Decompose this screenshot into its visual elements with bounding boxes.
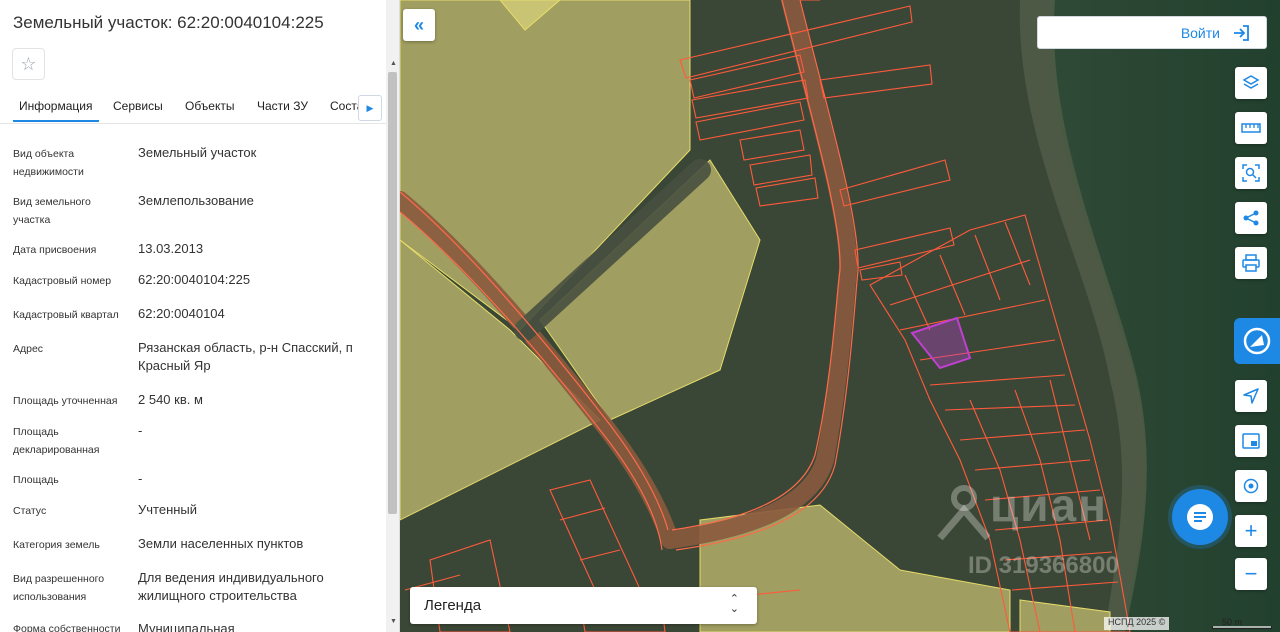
nspd-logo-button[interactable] [1234,318,1280,364]
attr-value: 62:20:0040104 [138,306,225,321]
watermark-brand: циан [990,479,1108,531]
layers-button[interactable] [1235,67,1267,99]
ruler-button[interactable] [1235,112,1267,144]
attr-value: 2 540 кв. м [138,392,203,407]
attr-value: Земли населенных пунктов [138,536,304,551]
attr-label: Кадастровый квартал [13,309,119,321]
print-icon [1242,254,1260,272]
attr-label: Вид объекта недвижимости [13,148,84,178]
attr-value: Учтенный [138,502,198,517]
chat-icon [1187,504,1213,530]
favorite-button[interactable]: ☆ [12,48,45,80]
tab-information[interactable]: Информация [13,99,100,122]
double-chevron-left-icon: « [413,14,424,35]
scroll-up-icon[interactable]: ▲ [390,60,397,67]
nspd-logo-icon [1243,327,1271,355]
tab-services[interactable]: Сервисы [113,99,163,113]
minimap-button[interactable] [1235,425,1267,457]
cian-logo-icon [937,485,990,541]
tab-parts[interactable]: Части ЗУ [257,99,308,113]
attr-value: Рязанская область, р-н Спасский, п Красн… [138,340,353,373]
page-title: Земельный участок: 62:20:0040104:225 [13,13,324,32]
zoom-in-button[interactable]: + [1235,515,1267,547]
geolocation-button[interactable] [1235,470,1267,502]
attr-value: Для ведения индивидуального жилищного ст… [138,570,324,603]
attr-value: Земельный участок [138,145,257,160]
attr-value: Муниципальная [138,621,235,632]
attr-value: Землепользование [138,193,254,208]
chevron-right-icon: ▶ [366,102,374,113]
watermark-id: ID 319366800 [968,552,1119,579]
login-button[interactable]: Войти [1181,25,1220,41]
layers-icon [1242,75,1260,89]
chevron-updown-icon: ⌃ ⌄ [729,593,739,615]
geolocation-icon [1243,478,1259,494]
attr-label: Площадь уточненная [13,395,118,407]
attr-label: Вид разрешенного использования [13,573,105,603]
collapse-panel-button[interactable]: « [403,9,435,41]
tabs-next-button[interactable]: ▶ [358,95,382,121]
cadastral-map[interactable]: циан ID 319366800 [400,0,1280,632]
login-icon[interactable] [1232,24,1250,42]
select-area-icon [1242,164,1260,182]
attr-label: Вид земельного участка [13,196,91,226]
map-canvas [400,0,1280,632]
attr-label: Дата присвоения [13,244,97,256]
attr-label: Площадь декларированная [13,426,100,456]
scale-bar [1212,626,1272,629]
share-button[interactable] [1235,202,1267,234]
tab-bar: Информация Сервисы Объекты Части ЗУ Сост… [0,92,386,124]
zoom-out-icon: − [1244,561,1258,586]
attr-value: - [138,471,143,486]
info-panel: Земельный участок: 62:20:0040104:225 ☆ И… [0,0,400,632]
minimap-icon [1242,433,1260,449]
tab-objects[interactable]: Объекты [185,99,235,113]
attr-value: 13.03.2013 [138,241,204,256]
share-icon [1243,210,1259,226]
attr-label: Кадастровый номер [13,275,112,287]
attr-label: Площадь [13,474,59,486]
chat-button[interactable] [1172,489,1228,545]
zoom-out-button[interactable]: − [1235,558,1267,590]
attr-label: Форма собственности [13,623,121,632]
attr-value: 62:20:0040104:225 [138,272,251,287]
zoom-in-icon: + [1244,518,1258,543]
legend-label: Легенда [424,597,482,614]
select-area-button[interactable] [1235,157,1267,189]
login-bar[interactable]: Войти [1037,16,1267,49]
navigation-button[interactable] [1235,380,1267,412]
legend-dropdown[interactable]: Легенда ⌃ ⌄ [410,587,757,624]
attr-label: Статус [13,505,47,517]
scrollbar-thumb[interactable] [388,72,397,514]
attr-value: - [138,423,143,438]
star-outline-icon: ☆ [20,53,37,74]
ruler-icon [1241,123,1261,133]
map-attribution: НСПД 2025 © [1104,617,1170,630]
attr-label: Адрес [13,343,44,355]
attr-label: Категория земель [13,539,100,551]
navigation-icon [1243,388,1259,404]
print-button[interactable] [1235,247,1267,279]
scroll-down-icon[interactable]: ▼ [390,618,397,625]
